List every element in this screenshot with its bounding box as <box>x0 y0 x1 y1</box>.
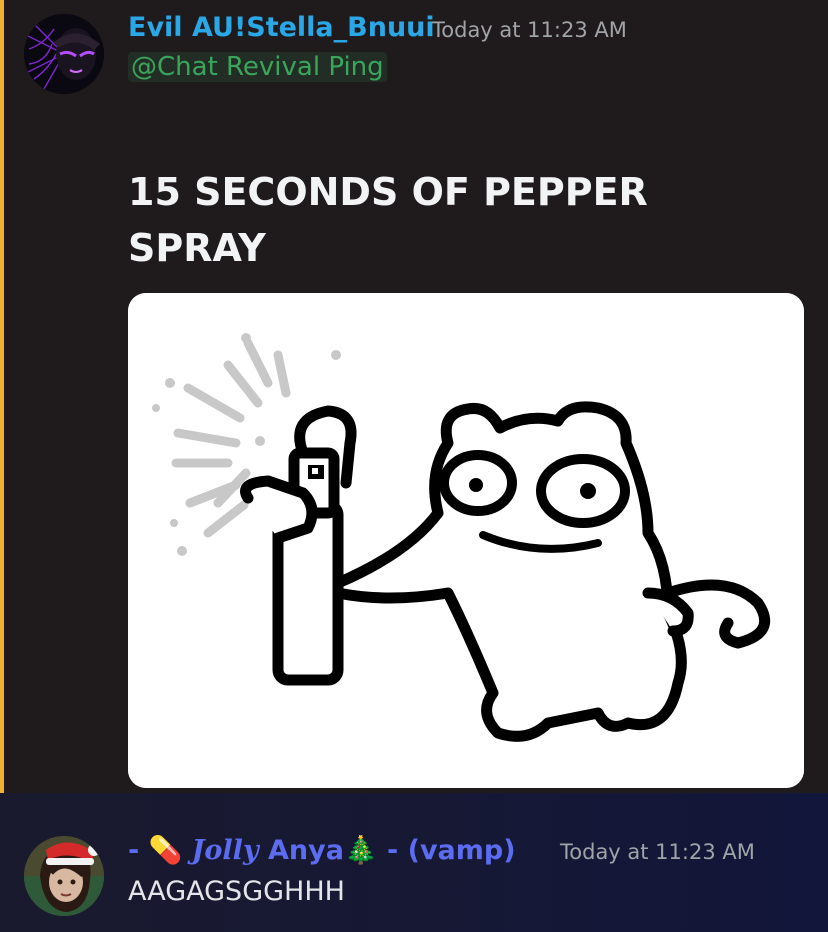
mention-highlight-bar <box>0 0 4 793</box>
avatar[interactable] <box>24 14 104 94</box>
pill-emoji-icon: 💊 <box>148 835 183 866</box>
message-heading: 15 SECONDS OF PEPPER SPRAY <box>128 170 648 270</box>
username-prefix: - <box>128 835 149 866</box>
christmas-tree-emoji-icon: 🎄 <box>343 835 378 866</box>
pepper-spray-cat-image[interactable] <box>128 293 804 788</box>
username-name: Anya <box>258 835 344 866</box>
role-mention[interactable]: @Chat Revival Ping <box>128 52 387 82</box>
username[interactable]: - 💊 Jolly Anya🎄 - (vamp) <box>128 834 516 866</box>
message-text: AAGAGSGGHHH <box>128 876 345 907</box>
username-suffix: - (vamp) <box>377 835 516 866</box>
avatar[interactable] <box>24 836 104 916</box>
timestamp: Today at 11:23 AM <box>432 18 627 42</box>
timestamp: Today at 11:23 AM <box>560 840 755 864</box>
username-fancy-text: Jolly <box>191 835 259 866</box>
username[interactable]: Evil AU!Stella_Bnuui <box>128 12 435 43</box>
